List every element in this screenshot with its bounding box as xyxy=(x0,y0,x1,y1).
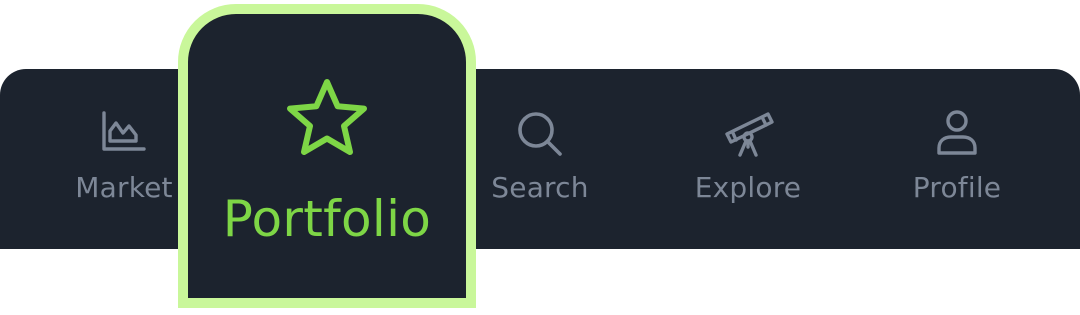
tab-profile[interactable]: Profile xyxy=(887,69,1027,249)
tab-market-label: Market xyxy=(75,171,173,204)
tab-portfolio-label: Portfolio xyxy=(222,190,432,248)
tab-explore-label: Explore xyxy=(694,171,802,204)
tab-market[interactable]: Market xyxy=(55,69,193,249)
area-chart-icon xyxy=(94,103,154,163)
star-icon xyxy=(279,72,375,168)
app-screen: Market Search Explore Profile Portfolio xyxy=(0,0,1080,315)
tab-profile-label: Profile xyxy=(912,171,1002,204)
search-icon xyxy=(510,103,570,163)
tab-search[interactable]: Search xyxy=(470,69,610,249)
tab-portfolio[interactable]: Portfolio xyxy=(178,4,476,308)
tab-search-label: Search xyxy=(491,171,589,204)
telescope-icon xyxy=(718,103,778,163)
tab-explore[interactable]: Explore xyxy=(678,69,818,249)
user-icon xyxy=(927,103,987,163)
